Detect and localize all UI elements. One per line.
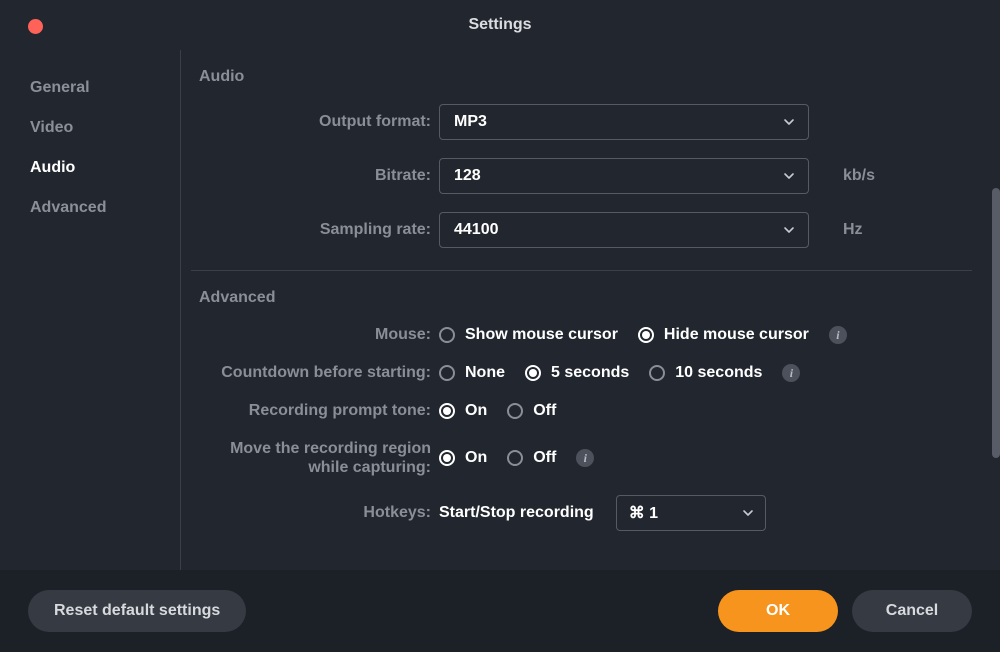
radio-dot-icon	[638, 327, 654, 343]
radio-prompt-tone-on[interactable]: On	[439, 402, 487, 420]
radio-dot-icon	[439, 327, 455, 343]
sidebar-item-audio[interactable]: Audio	[0, 148, 180, 188]
settings-content: Audio Output format: MP3 Bitrate: 128	[180, 50, 1000, 570]
label-move-region: Move the recording region while capturin…	[191, 439, 439, 477]
radio-show-mouse-cursor[interactable]: Show mouse cursor	[439, 326, 618, 344]
footer: Reset default settings OK Cancel	[0, 570, 1000, 652]
info-icon[interactable]: i	[782, 364, 800, 382]
label-prompt-tone: Recording prompt tone:	[191, 401, 439, 421]
radio-dot-icon	[439, 403, 455, 419]
select-output-format[interactable]: MP3	[439, 104, 809, 140]
sidebar-item-general[interactable]: General	[0, 68, 180, 108]
label-bitrate: Bitrate:	[191, 166, 439, 186]
radio-label: 10 seconds	[675, 364, 762, 382]
radio-prompt-tone-off[interactable]: Off	[507, 402, 556, 420]
radio-dot-icon	[507, 403, 523, 419]
ok-button[interactable]: OK	[718, 590, 838, 632]
radio-hide-mouse-cursor[interactable]: Hide mouse cursor	[638, 326, 809, 344]
chevron-down-icon	[782, 223, 796, 237]
radio-dot-icon	[525, 365, 541, 381]
label-countdown: Countdown before starting:	[191, 363, 439, 383]
select-sampling-rate-value: 44100	[454, 221, 499, 239]
section-title-audio: Audio	[199, 68, 972, 86]
reset-default-button[interactable]: Reset default settings	[28, 590, 246, 632]
select-bitrate[interactable]: 128	[439, 158, 809, 194]
select-hotkey[interactable]: ⌘ 1	[616, 495, 766, 531]
select-output-format-value: MP3	[454, 113, 487, 131]
sidebar-item-advanced[interactable]: Advanced	[0, 188, 180, 228]
select-hotkey-value: ⌘ 1	[629, 503, 658, 523]
radio-label: On	[465, 402, 487, 420]
radio-label: On	[465, 449, 487, 467]
radio-countdown-none[interactable]: None	[439, 364, 505, 382]
radio-label: Off	[533, 449, 556, 467]
info-icon[interactable]: i	[576, 449, 594, 467]
sidebar-item-video[interactable]: Video	[0, 108, 180, 148]
section-title-advanced: Advanced	[199, 289, 972, 307]
label-mouse: Mouse:	[191, 325, 439, 345]
select-bitrate-value: 128	[454, 167, 481, 185]
info-icon[interactable]: i	[829, 326, 847, 344]
chevron-down-icon	[782, 169, 796, 183]
divider	[191, 270, 972, 271]
radio-label: 5 seconds	[551, 364, 629, 382]
radio-move-region-off[interactable]: Off	[507, 449, 556, 467]
cancel-button[interactable]: Cancel	[852, 590, 972, 632]
radio-dot-icon	[649, 365, 665, 381]
chevron-down-icon	[782, 115, 796, 129]
chevron-down-icon	[741, 506, 755, 520]
radio-label: None	[465, 364, 505, 382]
radio-countdown-10s[interactable]: 10 seconds	[649, 364, 762, 382]
radio-move-region-on[interactable]: On	[439, 449, 487, 467]
radio-label: Off	[533, 402, 556, 420]
radio-label: Hide mouse cursor	[664, 326, 809, 344]
select-sampling-rate[interactable]: 44100	[439, 212, 809, 248]
sidebar: General Video Audio Advanced	[0, 50, 180, 570]
close-icon[interactable]	[28, 19, 43, 34]
radio-dot-icon	[507, 450, 523, 466]
hotkey-action: Start/Stop recording	[439, 504, 594, 522]
radio-countdown-5s[interactable]: 5 seconds	[525, 364, 629, 382]
scrollbar[interactable]	[992, 188, 1000, 458]
radio-dot-icon	[439, 450, 455, 466]
unit-sampling: Hz	[843, 221, 863, 239]
radio-label: Show mouse cursor	[465, 326, 618, 344]
window-title: Settings	[468, 16, 531, 34]
radio-dot-icon	[439, 365, 455, 381]
label-output-format: Output format:	[191, 112, 439, 132]
label-sampling-rate: Sampling rate:	[191, 220, 439, 240]
label-hotkeys: Hotkeys:	[191, 503, 439, 523]
unit-bitrate: kb/s	[843, 167, 875, 185]
